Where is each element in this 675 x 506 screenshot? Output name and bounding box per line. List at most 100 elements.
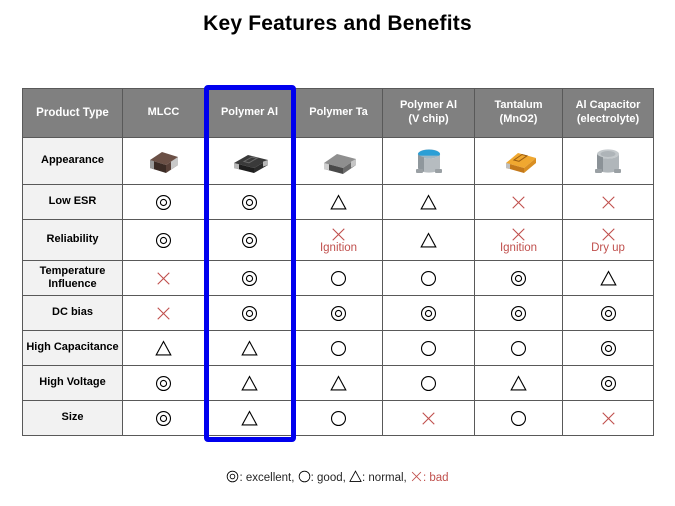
- rating-stack: [123, 339, 204, 357]
- rating-stack: Ignition: [475, 226, 562, 254]
- table-row: Low ESR: [22, 184, 654, 220]
- table-row: Temperature Influence: [22, 260, 654, 296]
- row-label-appearance: Appearance: [22, 137, 123, 185]
- rating-stack: [383, 270, 474, 287]
- column-header-polymer-al-v-chip: Polymer Al (V chip): [382, 88, 475, 138]
- cell-high-capacitance-al-capacitor-electrolyte: [562, 330, 654, 366]
- table-row: High Capacitance: [22, 330, 654, 366]
- rating-stack: [475, 340, 562, 357]
- rating-stack: [475, 305, 562, 322]
- legend-excellent-icon: [226, 470, 239, 486]
- cell-temperature-influence-polymer-al: [204, 260, 295, 296]
- column-header-mlcc: MLCC: [122, 88, 205, 138]
- rating-stack: [383, 375, 474, 392]
- cell-appearance-polymer-al-v-chip: [382, 137, 475, 185]
- legend-item-label: : good,: [310, 472, 346, 484]
- column-header-label: Polymer Ta: [309, 106, 368, 119]
- rating-excellent-icon: [510, 305, 527, 322]
- rating-excellent-icon: [241, 232, 258, 249]
- rating-good-icon: [330, 410, 347, 427]
- rating-stack: [475, 270, 562, 287]
- cell-temperature-influence-al-capacitor-electrolyte: [562, 260, 654, 296]
- cell-reliability-polymer-ta: Ignition: [294, 219, 383, 261]
- rating-stack: [563, 269, 653, 287]
- cell-reliability-mlcc: [122, 219, 205, 261]
- rating-stack: [205, 409, 294, 427]
- cell-high-capacitance-polymer-al: [204, 330, 295, 366]
- rating-bad-icon: [510, 194, 527, 211]
- cell-temperature-influence-tantalum-mno2: [474, 260, 563, 296]
- cell-appearance-al-capacitor-electrolyte: [562, 137, 654, 185]
- cell-high-voltage-polymer-al: [204, 365, 295, 401]
- cell-dc-bias-al-capacitor-electrolyte: [562, 295, 654, 331]
- rating-excellent-icon: [241, 270, 258, 287]
- rating-stack: [475, 194, 562, 211]
- legend-item-good: : good,: [298, 470, 346, 486]
- rating-normal-icon: [330, 374, 347, 392]
- cell-dc-bias-polymer-ta: [294, 295, 383, 331]
- cell-temperature-influence-polymer-ta: [294, 260, 383, 296]
- legend-good-icon: [298, 470, 311, 486]
- rating-normal-icon: [241, 409, 258, 427]
- column-header-label: Polymer Al: [220, 106, 279, 119]
- cell-low-esr-tantalum-mno2: [474, 184, 563, 220]
- rating-stack: [383, 231, 474, 249]
- rating-stack: [563, 375, 653, 392]
- cell-reliability-polymer-al-v-chip: [382, 219, 475, 261]
- cell-dc-bias-tantalum-mno2: [474, 295, 563, 331]
- rating-excellent-icon: [155, 375, 172, 392]
- row-label-dc-bias: DC bias: [22, 295, 123, 331]
- cell-high-capacitance-mlcc: [122, 330, 205, 366]
- rating-bad-icon: [510, 226, 527, 243]
- rating-stack: [383, 340, 474, 357]
- rating-stack: [123, 410, 204, 427]
- rating-stack: [563, 410, 653, 427]
- legend-item-normal: : normal,: [349, 470, 407, 484]
- cell-high-voltage-polymer-al-v-chip: [382, 365, 475, 401]
- rating-stack: [123, 232, 204, 249]
- mlcc-chip-icon: [123, 144, 204, 178]
- rating-excellent-icon: [155, 194, 172, 211]
- rating-excellent-icon: [600, 375, 617, 392]
- column-header-product-type: Product Type: [22, 88, 123, 138]
- column-header-polymer-ta: Polymer Ta: [294, 88, 383, 138]
- cell-dc-bias-mlcc: [122, 295, 205, 331]
- rating-good-icon: [420, 340, 437, 357]
- rating-stack: [123, 305, 204, 322]
- column-header-label: Product Type: [36, 106, 109, 119]
- legend-item-excellent: : excellent,: [226, 470, 295, 486]
- cell-high-voltage-al-capacitor-electrolyte: [562, 365, 654, 401]
- column-header-sublabel: (MnO2): [499, 113, 538, 125]
- table-row: DC bias: [22, 295, 654, 331]
- cell-low-esr-polymer-ta: [294, 184, 383, 220]
- features-table: Product Type MLCC Polymer Al Polymer Ta …: [22, 88, 654, 436]
- table-row: Appearance: [22, 137, 654, 185]
- column-header-label: Tantalum: [494, 99, 543, 112]
- legend-item-label: : excellent,: [239, 472, 295, 484]
- rating-stack: [295, 340, 382, 357]
- table-row: Reliability Ignition Ignition Dry up: [22, 219, 654, 261]
- rating-good-icon: [510, 410, 527, 427]
- column-header-al-capacitor-electrolyte: Al Capacitor (electrolyte): [562, 88, 654, 138]
- cell-reliability-polymer-al: [204, 219, 295, 261]
- rating-excellent-icon: [510, 270, 527, 287]
- cell-reliability-al-capacitor-electrolyte: Dry up: [562, 219, 654, 261]
- rating-excellent-icon: [241, 305, 258, 322]
- column-header-tantalum-mno2: Tantalum (MnO2): [474, 88, 563, 138]
- cell-low-esr-mlcc: [122, 184, 205, 220]
- rating-stack: Ignition: [295, 226, 382, 254]
- cell-high-voltage-polymer-ta: [294, 365, 383, 401]
- row-label-size: Size: [22, 400, 123, 436]
- rating-normal-icon: [155, 339, 172, 357]
- rating-stack: [295, 193, 382, 211]
- rating-normal-icon: [599, 269, 617, 287]
- cell-appearance-polymer-ta: [294, 137, 383, 185]
- rating-stack: [205, 374, 294, 392]
- table-header-row: Product Type MLCC Polymer Al Polymer Ta …: [22, 88, 654, 138]
- table-body: Appearance Low ESR Reliability Ignition Igni…: [22, 137, 654, 436]
- rating-stack: [123, 375, 204, 392]
- rating-bad-icon: [420, 410, 437, 427]
- row-label-high-voltage: High Voltage: [22, 365, 123, 401]
- cell-size-al-capacitor-electrolyte: [562, 400, 654, 436]
- cell-reliability-tantalum-mno2: Ignition: [474, 219, 563, 261]
